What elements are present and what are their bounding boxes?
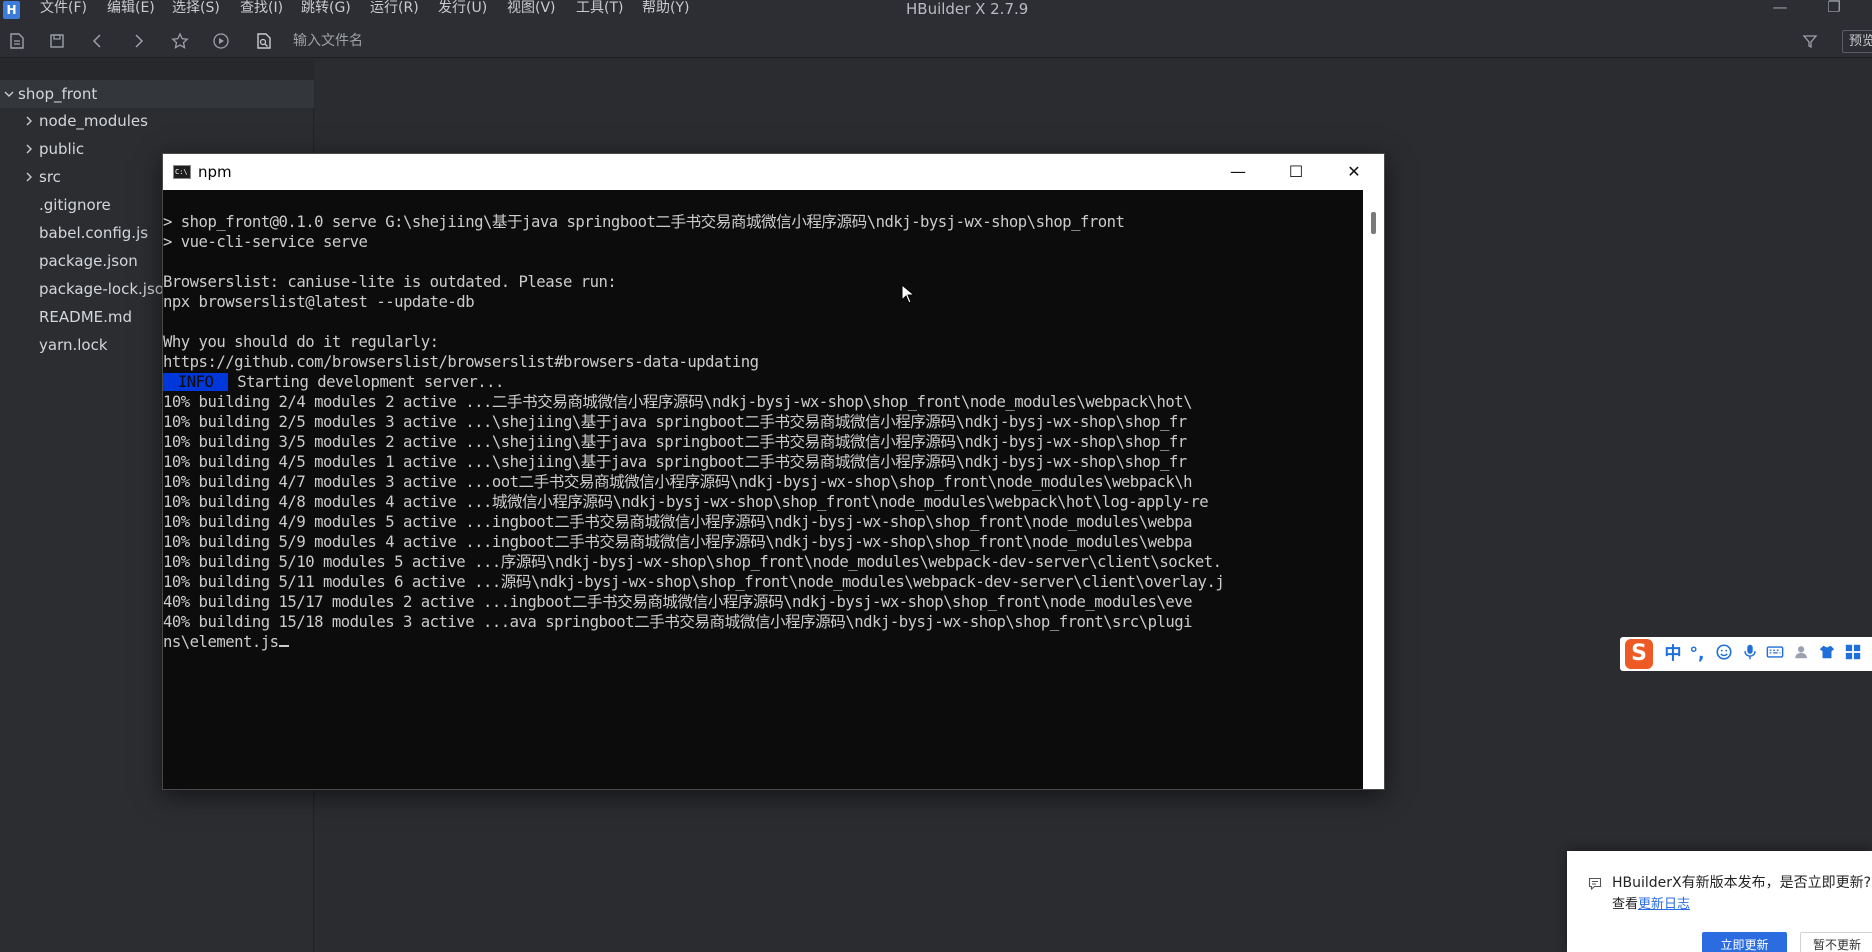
- console-line: 10% building 2/5 modules 3 active ...\sh…: [163, 413, 1187, 431]
- ime-punct-button[interactable]: °,: [1686, 643, 1708, 665]
- star-icon[interactable]: [170, 31, 190, 51]
- sogou-logo-icon[interactable]: S: [1625, 639, 1653, 669]
- menu-run[interactable]: 运行(R): [370, 0, 419, 22]
- menu-view[interactable]: 视图(V): [507, 0, 556, 22]
- console-line: 10% building 5/11 modules 6 active ...源码…: [163, 573, 1225, 591]
- open-file-icon[interactable]: [254, 31, 274, 51]
- console-line: 40% building 15/18 modules 3 active ...a…: [163, 613, 1193, 631]
- notification-sub-prefix: 查看: [1612, 897, 1639, 912]
- toolbox-icon[interactable]: [1842, 643, 1864, 665]
- mouse-pointer-icon: [901, 284, 915, 304]
- ime-mode-button[interactable]: 中: [1662, 643, 1684, 665]
- user-icon[interactable]: [1791, 643, 1813, 665]
- chevron-right-icon[interactable]: [24, 107, 36, 135]
- minimize-icon[interactable]: —: [1760, 0, 1800, 18]
- console-line: 10% building 2/4 modules 2 active ...二手书…: [163, 393, 1193, 411]
- update-now-button[interactable]: 立即更新: [1702, 932, 1787, 952]
- update-later-button[interactable]: 暂不更新: [1800, 932, 1872, 952]
- console-maximize-button[interactable]: ☐: [1267, 154, 1325, 190]
- console-line: npx browserslist@latest --update-db: [163, 293, 475, 311]
- preview-button[interactable]: 预览: [1842, 30, 1872, 53]
- changelog-link[interactable]: 更新日志: [1638, 897, 1690, 912]
- console-line: 10% building 3/5 modules 2 active ...\sh…: [163, 433, 1187, 451]
- console-line: 10% building 4/9 modules 5 active ...ing…: [163, 513, 1193, 531]
- hbuilder-window: H 文件(F) 编辑(E) 选择(S) 查找(I) 跳转(G) 运行(R) 发行…: [0, 0, 1872, 952]
- tree-item-label: README.md: [39, 308, 133, 326]
- tree-item-label: package.json: [39, 252, 138, 270]
- chevron-right-icon[interactable]: [24, 163, 36, 191]
- console-line: > shop_front@0.1.0 serve G:\shejiing\基于j…: [163, 213, 1125, 231]
- notification-sub: 查看更新日志: [1612, 896, 1690, 914]
- toolbar: [0, 22, 1872, 58]
- update-notification[interactable]: HBuilderX有新版本发布，是否立即更新? 查看更新日志 立即更新 暂不更新: [1567, 851, 1872, 952]
- menu-tools[interactable]: 工具(T): [576, 0, 623, 22]
- terminal-icon: C:\: [173, 165, 191, 179]
- console-line: 10% building 4/8 modules 4 active ...城微信…: [163, 493, 1209, 511]
- console-line: Why you should do it regularly:: [163, 333, 439, 351]
- project-name: shop_front: [18, 85, 98, 103]
- file-name-input[interactable]: [293, 31, 693, 51]
- console-line: 10% building 5/10 modules 5 active ...序源…: [163, 553, 1222, 571]
- back-icon[interactable]: [88, 31, 108, 51]
- info-text: Starting development server...: [228, 373, 504, 391]
- hbuilder-logo-icon: H: [3, 1, 20, 19]
- filter-icon[interactable]: [1800, 31, 1820, 51]
- app-title: HBuilder X 2.7.9: [906, 0, 1029, 18]
- console-scroll-thumb[interactable]: [1371, 212, 1376, 234]
- tree-item-label: node_modules: [39, 112, 148, 130]
- skin-icon[interactable]: [1816, 643, 1838, 665]
- run-icon[interactable]: [211, 31, 231, 51]
- emoji-icon[interactable]: [1713, 643, 1735, 665]
- console-scrollbar[interactable]: [1363, 190, 1384, 789]
- console-line: ns\element.js: [163, 633, 279, 651]
- npm-console-window[interactable]: C:\ npm — ☐ ✕ > shop_front@0.1.0 serve G…: [162, 153, 1385, 790]
- info-badge: INFO: [163, 373, 229, 391]
- console-close-button[interactable]: ✕: [1325, 154, 1383, 190]
- console-line: 10% building 5/9 modules 4 active ...ing…: [163, 533, 1193, 551]
- tree-folder-node-modules[interactable]: node_modules: [0, 107, 314, 135]
- menu-edit[interactable]: 编辑(E): [107, 0, 155, 22]
- console-line: 10% building 4/5 modules 1 active ...\sh…: [163, 453, 1187, 471]
- console-line: https://github.com/browserslist/browsers…: [163, 353, 759, 371]
- message-icon: [1588, 877, 1602, 891]
- menu-goto[interactable]: 跳转(G): [301, 0, 351, 22]
- console-titlebar[interactable]: C:\ npm — ☐ ✕: [163, 154, 1384, 190]
- menu-select[interactable]: 选择(S): [172, 0, 220, 22]
- keyboard-icon[interactable]: [1764, 643, 1786, 665]
- sidebar-header: [0, 59, 314, 81]
- notification-message: HBuilderX有新版本发布，是否立即更新?: [1612, 875, 1872, 891]
- ime-toolbar[interactable]: S 中 °,: [1620, 637, 1872, 671]
- console-last-line: ns\element.js: [163, 632, 289, 652]
- menu-file[interactable]: 文件(F): [40, 0, 87, 22]
- console-minimize-button[interactable]: —: [1209, 154, 1267, 190]
- restore-icon[interactable]: ❐: [1814, 0, 1854, 18]
- chevron-right-icon[interactable]: [24, 135, 36, 163]
- tree-item-label: .gitignore: [39, 196, 111, 214]
- tree-item-label: src: [39, 168, 61, 186]
- tree-item-label: yarn.lock: [39, 336, 108, 354]
- console-line: Browserslist: caniuse-lite is outdated. …: [163, 273, 617, 291]
- menu-find[interactable]: 查找(I): [240, 0, 283, 22]
- forward-icon[interactable]: [128, 31, 148, 51]
- menu-publish[interactable]: 发行(U): [438, 0, 487, 22]
- tree-item-label: package-lock.json: [39, 280, 174, 298]
- tree-project-root[interactable]: shop_front: [0, 80, 314, 108]
- tree-item-label: public: [39, 140, 85, 158]
- console-output[interactable]: > shop_front@0.1.0 serve G:\shejiing\基于j…: [163, 190, 1363, 789]
- console-line: > vue-cli-service serve: [163, 233, 368, 251]
- tree-item-label: babel.config.js: [39, 224, 149, 242]
- save-icon[interactable]: [47, 31, 67, 51]
- new-file-icon[interactable]: [7, 31, 27, 51]
- console-title: npm: [198, 163, 232, 181]
- chevron-down-icon[interactable]: [4, 80, 16, 108]
- text-cursor: [278, 645, 289, 647]
- console-info-line: INFO Starting development server...: [163, 372, 504, 392]
- menu-bar: H 文件(F) 编辑(E) 选择(S) 查找(I) 跳转(G) 运行(R) 发行…: [0, 0, 1872, 22]
- console-line: 10% building 4/7 modules 3 active ...oot…: [163, 473, 1193, 491]
- console-line: 40% building 15/17 modules 2 active ...i…: [163, 593, 1193, 611]
- menu-help[interactable]: 帮助(Y): [642, 0, 689, 22]
- microphone-icon[interactable]: [1739, 643, 1761, 665]
